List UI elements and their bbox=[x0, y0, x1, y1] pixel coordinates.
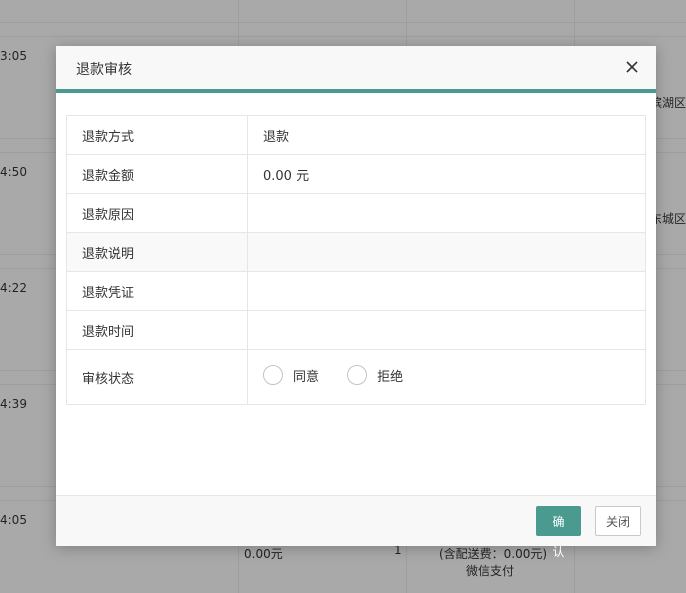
table-row: 退款凭证 bbox=[66, 271, 646, 311]
table-row: 退款说明 bbox=[66, 232, 646, 272]
refund-description-label: 退款说明 bbox=[66, 232, 248, 272]
refund-description-value bbox=[247, 232, 646, 272]
refund-time-value bbox=[247, 310, 646, 350]
radio-circle-icon[interactable] bbox=[347, 365, 368, 385]
dialog-header: 退款审核 bbox=[56, 46, 656, 93]
dialog-footer: 确认 关闭 bbox=[56, 495, 656, 559]
refund-method-label: 退款方式 bbox=[66, 115, 248, 155]
radio-circle-icon[interactable] bbox=[263, 365, 283, 385]
refund-voucher-value bbox=[247, 271, 646, 311]
radio-approve-label: 同意 bbox=[293, 369, 320, 385]
refund-info-table: 退款方式 退款 退款金额 0.00 元 退款原因 退款说明 退款凭证 退款时间 bbox=[66, 115, 646, 405]
refund-reason-label: 退款原因 bbox=[66, 193, 248, 233]
table-row: 退款方式 退款 bbox=[66, 115, 646, 155]
radio-approve[interactable]: 同意 bbox=[263, 365, 319, 385]
table-row: 退款金额 0.00 元 bbox=[66, 154, 646, 194]
refund-review-dialog: 退款审核 退款方式 退款 退款金额 0.00 元 退款原因 退款说明 退款凭证 … bbox=[56, 46, 656, 559]
refund-amount-value: 0.00 元 bbox=[247, 154, 646, 194]
refund-voucher-label: 退款凭证 bbox=[66, 271, 248, 311]
radio-reject[interactable]: 拒绝 bbox=[347, 365, 403, 385]
table-row: 审核状态 同意 拒绝 bbox=[66, 349, 646, 405]
dialog-body: 退款方式 退款 退款金额 0.00 元 退款原因 退款说明 退款凭证 退款时间 bbox=[66, 115, 646, 405]
radio-reject-label: 拒绝 bbox=[377, 369, 404, 385]
review-status-label: 审核状态 bbox=[66, 349, 248, 405]
confirm-button[interactable]: 确认 bbox=[536, 506, 581, 559]
refund-amount-label: 退款金额 bbox=[66, 154, 248, 194]
dialog-title: 退款审核 bbox=[76, 62, 132, 78]
table-row: 退款时间 bbox=[66, 310, 646, 350]
table-row: 退款原因 bbox=[66, 193, 646, 233]
refund-reason-value bbox=[247, 193, 646, 233]
close-icon[interactable] bbox=[624, 59, 640, 75]
refund-time-label: 退款时间 bbox=[66, 310, 248, 350]
review-status-options: 同意 拒绝 bbox=[247, 349, 646, 405]
close-button[interactable]: 关闭 bbox=[595, 506, 641, 536]
refund-method-value: 退款 bbox=[247, 115, 646, 155]
